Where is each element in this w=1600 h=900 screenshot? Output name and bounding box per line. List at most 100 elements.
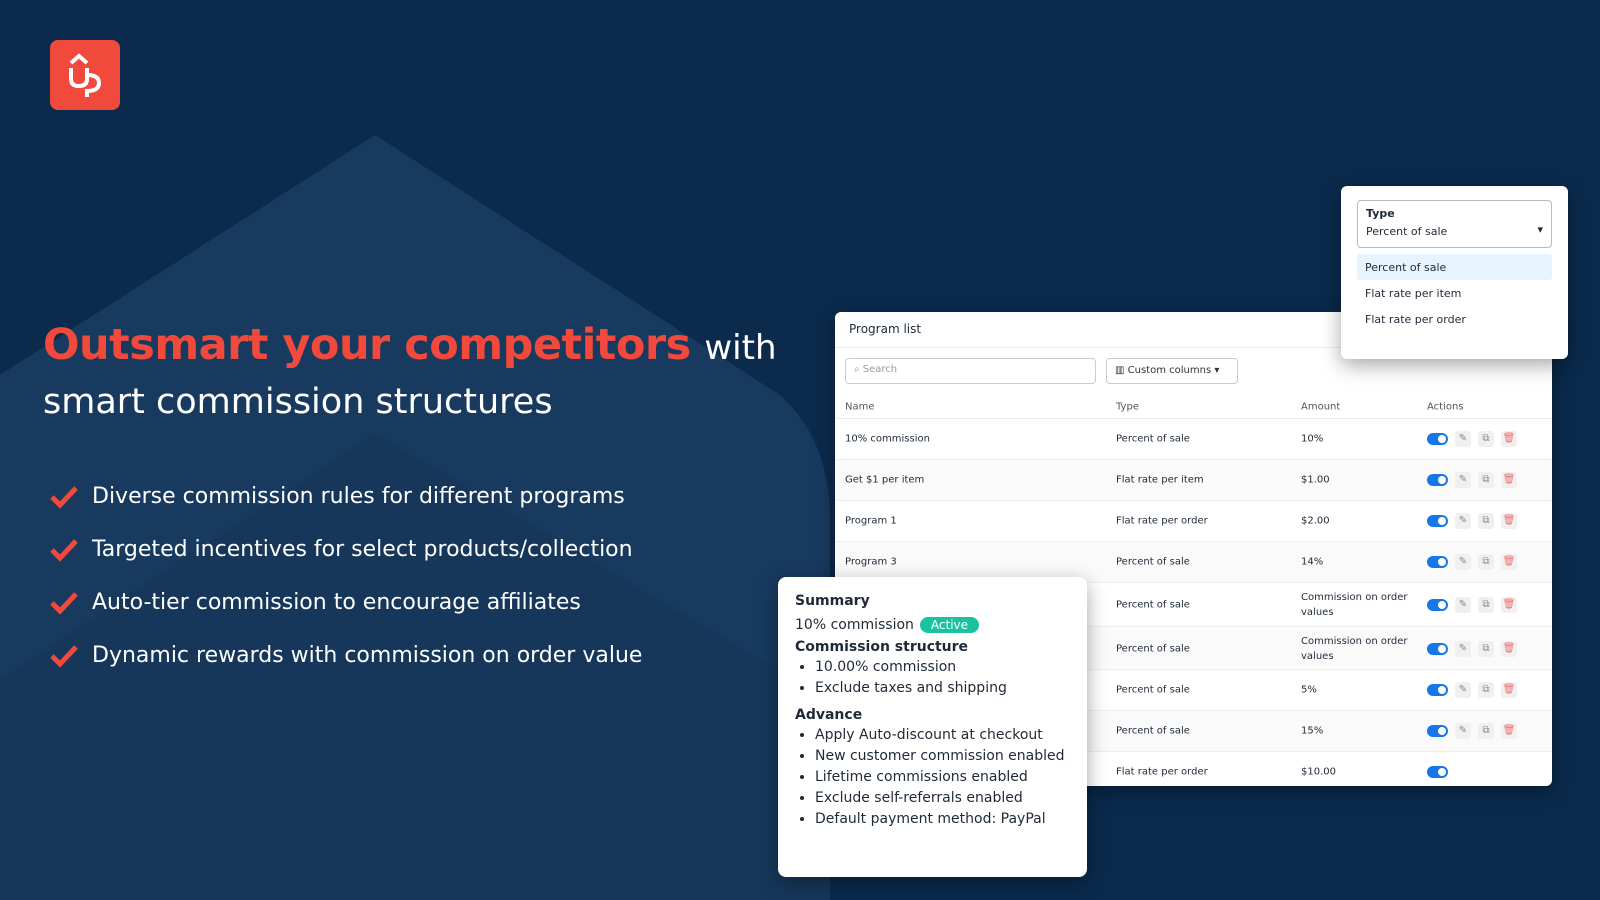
- copy-icon[interactable]: ⧉: [1478, 682, 1494, 698]
- option-flat-rate-per-item[interactable]: Flat rate per item: [1357, 280, 1552, 306]
- delete-icon[interactable]: 🗑: [1501, 513, 1517, 529]
- row-actions: ✎ ⧉ 🗑: [1427, 554, 1517, 570]
- edit-icon[interactable]: ✎: [1455, 596, 1471, 613]
- delete-icon[interactable]: 🗑: [1501, 723, 1517, 739]
- search-placeholder: Search: [862, 364, 898, 375]
- copy-icon[interactable]: ⧉: [1478, 596, 1494, 613]
- column-type[interactable]: Type: [1116, 402, 1139, 413]
- type-select[interactable]: Type Percent of sale ▾: [1357, 200, 1552, 248]
- table-row[interactable]: Program 3 Percent of sale 14% ✎ ⧉ 🗑: [835, 541, 1552, 582]
- copy-icon[interactable]: ⧉: [1478, 472, 1494, 488]
- headline-highlight: Outsmart your competitors: [43, 320, 691, 370]
- program-name: Program 1: [845, 515, 897, 527]
- edit-icon[interactable]: ✎: [1455, 554, 1471, 570]
- feature-text: Targeted incentives for select products/…: [92, 537, 633, 562]
- row-actions: ✎ ⧉ 🗑: [1427, 431, 1517, 447]
- feature-text: Diverse commission rules for different p…: [92, 484, 625, 509]
- active-toggle[interactable]: [1427, 433, 1448, 445]
- caret-down-icon: ▾: [1537, 223, 1543, 236]
- type-dropdown: Type Percent of sale ▾ Percent of sale Fla…: [1341, 186, 1568, 359]
- program-amount: 10%: [1301, 433, 1324, 445]
- feature-item: Diverse commission rules for different p…: [50, 470, 642, 523]
- feature-text: Dynamic rewards with commission on order…: [92, 643, 643, 668]
- delete-icon[interactable]: 🗑: [1501, 640, 1517, 657]
- delete-icon[interactable]: 🗑: [1501, 682, 1517, 698]
- edit-icon[interactable]: ✎: [1455, 723, 1471, 739]
- active-toggle[interactable]: [1427, 642, 1448, 655]
- headline: Outsmart your competitors with: [43, 318, 777, 375]
- caret-down-icon: ▾: [1214, 365, 1220, 376]
- subheadline: smart commission structures: [43, 382, 553, 422]
- row-actions: ✎ ⧉ 🗑: [1427, 723, 1517, 739]
- copy-icon[interactable]: ⧉: [1478, 640, 1494, 657]
- structure-item: Exclude taxes and shipping: [815, 678, 1070, 699]
- feature-item: Auto-tier commission to encourage affili…: [50, 576, 642, 629]
- advance-item: Default payment method: PayPal: [815, 809, 1070, 830]
- program-name: Program 3: [845, 556, 897, 568]
- program-amount: $1.00: [1301, 474, 1330, 486]
- structure-item: 10.00% commission: [815, 657, 1070, 678]
- active-toggle[interactable]: [1427, 474, 1448, 486]
- program-amount: $10.00: [1301, 766, 1336, 778]
- column-name[interactable]: Name: [845, 402, 875, 413]
- feature-text: Auto-tier commission to encourage affili…: [92, 590, 581, 615]
- advance-item: Apply Auto-discount at checkout: [815, 725, 1070, 746]
- type-label: Type: [1366, 207, 1395, 220]
- delete-icon[interactable]: 🗑: [1501, 554, 1517, 570]
- program-type: Percent of sale: [1116, 643, 1190, 654]
- delete-icon[interactable]: 🗑: [1501, 472, 1517, 488]
- edit-icon[interactable]: ✎: [1455, 431, 1471, 447]
- status-badge: Active: [919, 617, 980, 633]
- custom-columns-label: Custom columns: [1127, 365, 1212, 376]
- program-name: 10% commission: [845, 433, 930, 445]
- copy-icon[interactable]: ⧉: [1478, 554, 1494, 570]
- table-row[interactable]: Get $1 per item Flat rate per item $1.00…: [835, 459, 1552, 500]
- table-row[interactable]: Program 1 Flat rate per order $2.00 ✎ ⧉ 🗑: [835, 500, 1552, 541]
- row-actions: ✎ ⧉ 🗑: [1427, 513, 1517, 529]
- program-amount: 5%: [1301, 684, 1317, 696]
- advance-title: Advance: [795, 707, 863, 723]
- delete-icon[interactable]: 🗑: [1501, 431, 1517, 447]
- structure-title: Commission structure: [795, 639, 969, 655]
- active-toggle[interactable]: [1427, 684, 1448, 696]
- active-toggle[interactable]: [1427, 515, 1448, 527]
- edit-icon[interactable]: ✎: [1455, 513, 1471, 529]
- row-actions: [1427, 766, 1448, 778]
- summary-title: Summary: [795, 593, 870, 609]
- program-type: Percent of sale: [1116, 725, 1190, 737]
- active-toggle[interactable]: [1427, 598, 1448, 611]
- copy-icon[interactable]: ⧉: [1478, 723, 1494, 739]
- column-actions: Actions: [1427, 401, 1464, 413]
- row-actions: ✎ ⧉ 🗑: [1427, 596, 1517, 613]
- program-name: 10% commission: [795, 617, 914, 633]
- row-actions: ✎ ⧉ 🗑: [1427, 472, 1517, 488]
- program-amount: 14%: [1301, 556, 1324, 568]
- option-percent-of-sale[interactable]: Percent of sale: [1357, 254, 1552, 280]
- advance-item: New customer commission enabled: [815, 746, 1070, 767]
- table-row[interactable]: 10% commission Percent of sale 10% ✎ ⧉ 🗑: [835, 418, 1552, 459]
- table-header: Name Type Amount Actions: [835, 396, 1552, 418]
- program-type: Flat rate per item: [1116, 474, 1204, 486]
- custom-columns-button[interactable]: ▥ Custom columns ▾: [1106, 358, 1238, 384]
- search-input[interactable]: ⌕ Search: [845, 358, 1096, 384]
- type-value: Percent of sale: [1366, 225, 1448, 238]
- edit-icon[interactable]: ✎: [1455, 472, 1471, 488]
- edit-icon[interactable]: ✎: [1455, 682, 1471, 698]
- feature-item: Dynamic rewards with commission on order…: [50, 629, 642, 682]
- delete-icon[interactable]: 🗑: [1501, 596, 1517, 613]
- active-toggle[interactable]: [1427, 766, 1448, 778]
- active-toggle[interactable]: [1427, 725, 1448, 737]
- program-amount: Commission on order values: [1301, 591, 1408, 618]
- row-actions: ✎ ⧉ 🗑: [1427, 640, 1517, 657]
- option-flat-rate-per-order[interactable]: Flat rate per order: [1357, 306, 1552, 332]
- copy-icon[interactable]: ⧉: [1478, 431, 1494, 447]
- program-type: Percent of sale: [1116, 556, 1190, 568]
- advance-item: Exclude self-referrals enabled: [815, 788, 1070, 809]
- copy-icon[interactable]: ⧉: [1478, 513, 1494, 529]
- check-icon: [50, 538, 78, 562]
- program-amount: $2.00: [1301, 515, 1330, 527]
- column-amount[interactable]: Amount: [1301, 400, 1421, 415]
- active-toggle[interactable]: [1427, 556, 1448, 568]
- edit-icon[interactable]: ✎: [1455, 640, 1471, 657]
- program-name: Get $1 per item: [845, 474, 925, 486]
